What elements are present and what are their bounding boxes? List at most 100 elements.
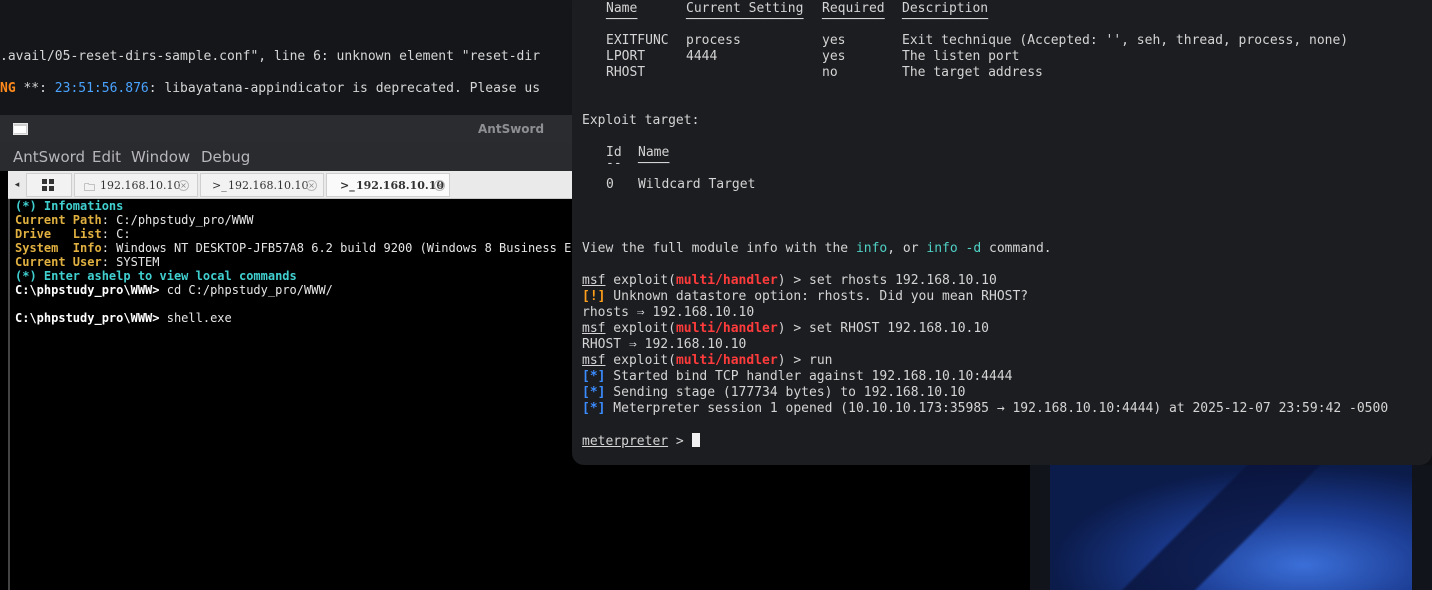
meterpreter-prompt-line[interactable]: meterpreter > bbox=[582, 433, 700, 450]
desktop-wallpaper bbox=[1030, 465, 1432, 590]
window-title: AntSword bbox=[478, 122, 545, 136]
tab-terminal[interactable]: >_ 192.168.10.10 × bbox=[200, 173, 324, 197]
help-hint: (*) Enter ashelp to view local commands bbox=[15, 269, 297, 283]
status-line: [*] Started bind TCP handler against 192… bbox=[582, 369, 1012, 385]
command-text: set rhosts 192.168.10.10 bbox=[809, 273, 997, 288]
folder-icon: 🗀 bbox=[84, 181, 95, 194]
command-text: shell.exe bbox=[159, 311, 232, 325]
option-description: Exit technique (Accepted: '', seh, threa… bbox=[902, 33, 1349, 48]
info-key: System Info bbox=[15, 241, 102, 255]
terminal-icon: >_ bbox=[340, 179, 355, 192]
tab-home[interactable] bbox=[26, 173, 72, 197]
tab-file-manager[interactable]: 🗀 192.168.10.10 × bbox=[74, 173, 198, 197]
info-value: : C:/phpstudy_pro/WWW bbox=[101, 213, 254, 227]
menu-debug[interactable]: Debug bbox=[201, 148, 250, 166]
tab-label: 192.168.10.10 bbox=[356, 179, 445, 192]
msf-prompt: msf bbox=[582, 353, 606, 368]
meterpreter-prompt: meterpreter bbox=[582, 434, 669, 449]
target-id: 0 bbox=[606, 177, 614, 192]
status-line: [*] Sending stage (177734 bytes) to 192.… bbox=[582, 385, 966, 401]
option-required: yes bbox=[822, 33, 846, 48]
metasploit-terminal[interactable]: Name Current Setting Required Descriptio… bbox=[572, 0, 1432, 465]
info-row: System Info: Windows NT DESKTOP-JFB57A8 … bbox=[15, 241, 579, 255]
option-name: RHOST bbox=[606, 65, 646, 80]
option-name: EXITFUNC bbox=[606, 33, 669, 48]
info-row: Drive List: C: bbox=[15, 227, 131, 241]
command-text: cd C:/phpstudy_pro/WWW/ bbox=[159, 283, 333, 297]
info-key: Current User bbox=[15, 255, 102, 269]
status-marker: [*] bbox=[582, 369, 606, 384]
header-underline: ──────── bbox=[822, 12, 885, 27]
info-key: Drive List bbox=[15, 227, 102, 241]
option-description: The target address bbox=[902, 65, 1043, 80]
status-text: Sending stage (177734 bytes) to 192.168.… bbox=[605, 385, 966, 400]
terminal-line: NG **: 23:51:56.876: libayatana-appindic… bbox=[0, 81, 540, 96]
tab-terminal-active[interactable]: >_ 192.168.10.10 × bbox=[326, 173, 450, 197]
hint-command: info bbox=[855, 241, 888, 256]
option-description: The listen port bbox=[902, 49, 1020, 64]
menu-bar: AntSword Edit Window Debug bbox=[0, 143, 580, 171]
header-underline: ──── bbox=[606, 12, 638, 27]
prompt-text: ) > bbox=[777, 273, 809, 288]
text-cursor bbox=[691, 433, 700, 447]
timestamp: 23:51:56.876 bbox=[54, 81, 149, 96]
shell-prompt: C:\phpstudy_pro\WWW> bbox=[15, 283, 160, 297]
prompt-text: exploit( bbox=[605, 353, 676, 368]
hint-text: command. bbox=[981, 241, 1052, 256]
msf-prompt: msf bbox=[582, 273, 606, 288]
module-name: multi/handler bbox=[675, 353, 778, 368]
grid-icon bbox=[42, 179, 54, 191]
prompt-text: ) > bbox=[777, 353, 809, 368]
tab-label: 192.168.10.10 bbox=[100, 179, 181, 192]
menu-edit[interactable]: Edit bbox=[92, 148, 121, 166]
info-key: Current Path bbox=[15, 213, 102, 227]
header-underline: ──── bbox=[638, 156, 670, 171]
tab-bar: ◂ 🗀 192.168.10.10 × >_ 192.168.10.10 × >… bbox=[8, 171, 580, 199]
info-value: : SYSTEM bbox=[101, 255, 160, 269]
prompt-text: exploit( bbox=[605, 273, 676, 288]
header-underline: ─────────── bbox=[902, 12, 989, 27]
msf-command-line: msf exploit(multi/handler) > set RHOST 1… bbox=[582, 321, 989, 337]
tab-label: 192.168.10.10 bbox=[228, 179, 309, 192]
background-terminal[interactable]: .avail/05-reset-dirs-sample.conf", line … bbox=[0, 0, 580, 115]
title-bar[interactable]: AntSword bbox=[0, 115, 580, 143]
header-underline: ─────────────── bbox=[686, 12, 804, 27]
close-icon[interactable]: × bbox=[306, 180, 317, 191]
window-icon bbox=[13, 123, 28, 135]
msf-command-line: msf exploit(multi/handler) > run bbox=[582, 353, 832, 369]
info-value: : Windows NT DESKTOP-JFB57A8 6.2 build 9… bbox=[101, 241, 579, 255]
option-required: yes bbox=[822, 49, 846, 64]
warning-label: NG bbox=[0, 81, 16, 96]
hint-command: info -d bbox=[926, 241, 982, 256]
terminal-icon: >_ bbox=[212, 179, 227, 192]
msf-command-line: msf exploit(multi/handler) > set rhosts … bbox=[582, 273, 997, 289]
close-icon[interactable]: × bbox=[434, 180, 445, 191]
module-name: multi/handler bbox=[675, 321, 778, 336]
warning-marker: [!] bbox=[582, 289, 606, 304]
terminal-line: .avail/05-reset-dirs-sample.conf", line … bbox=[0, 49, 541, 64]
status-marker: [*] bbox=[582, 401, 606, 416]
info-hint: View the full module info with the info,… bbox=[582, 241, 1052, 257]
scroll-left-icon[interactable]: ◂ bbox=[8, 171, 26, 199]
option-required: no bbox=[822, 65, 838, 80]
prompt-text: > bbox=[668, 434, 692, 449]
close-icon[interactable]: × bbox=[178, 180, 189, 191]
prompt-text: ) > bbox=[777, 321, 809, 336]
output-line: RHOST ⇒ 192.168.10.10 bbox=[582, 337, 747, 352]
wallpaper-image bbox=[1050, 465, 1412, 590]
warning-line: [!] Unknown datastore option: rhosts. Di… bbox=[582, 289, 1028, 305]
menu-window[interactable]: Window bbox=[131, 148, 190, 166]
terminal-text: : libayatana-appindicator is deprecated.… bbox=[148, 81, 541, 96]
msf-prompt: msf bbox=[582, 321, 606, 336]
warning-text: Unknown datastore option: rhosts. Did yo… bbox=[605, 289, 1029, 304]
header-underline: -- bbox=[606, 156, 622, 171]
terminal-text: **: bbox=[15, 81, 55, 96]
info-row: Current User: SYSTEM bbox=[15, 255, 160, 269]
menu-antsword[interactable]: AntSword bbox=[13, 148, 85, 166]
status-line: [*] Meterpreter session 1 opened (10.10.… bbox=[582, 401, 1388, 417]
info-header: (*) Infomations bbox=[15, 199, 124, 213]
option-setting: 4444 bbox=[686, 49, 718, 64]
prompt-text: exploit( bbox=[605, 321, 676, 336]
target-name: Wildcard Target bbox=[638, 177, 756, 192]
hint-text: , or bbox=[887, 241, 927, 256]
